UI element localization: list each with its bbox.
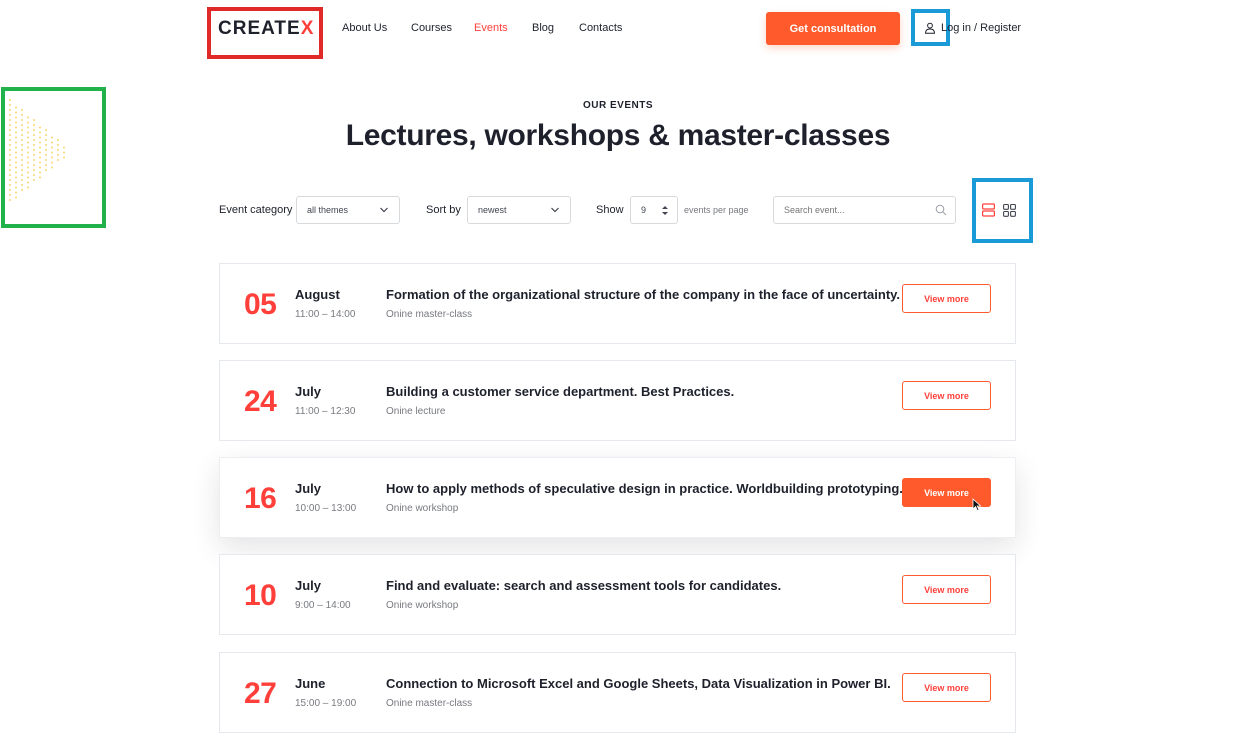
event-type: Onine workshop xyxy=(386,600,459,611)
event-card[interactable]: 05 August 11:00 – 14:00 Formation of the… xyxy=(219,263,1016,344)
category-label: Event category xyxy=(219,204,293,216)
event-month: July xyxy=(295,384,322,399)
event-time: 9:00 – 14:00 xyxy=(295,600,351,611)
nav-item-courses[interactable]: Courses xyxy=(411,22,452,34)
event-time: 11:00 – 12:30 xyxy=(295,406,356,417)
grid-view-icon[interactable] xyxy=(1003,203,1016,217)
event-title[interactable]: Building a customer service department. … xyxy=(386,384,734,399)
view-more-button[interactable]: View more xyxy=(902,284,991,313)
event-title[interactable]: How to apply methods of speculative desi… xyxy=(386,481,903,496)
logo[interactable]: CREATEX xyxy=(218,18,314,40)
stepper-arrows-icon[interactable] xyxy=(661,204,669,217)
event-type: Onine master-class xyxy=(386,698,473,709)
per-page-label: events per page xyxy=(684,205,749,215)
search-input[interactable] xyxy=(773,196,956,224)
category-select[interactable]: all themes xyxy=(296,196,400,224)
event-card[interactable]: 10 July 9:00 – 14:00 Find and evaluate: … xyxy=(219,554,1016,635)
per-page-value: 9 xyxy=(641,205,647,215)
cursor-icon xyxy=(972,498,982,512)
event-type: Onine lecture xyxy=(386,406,446,417)
category-select-value: all themes xyxy=(307,205,349,215)
login-register-link[interactable]: Log in / Register xyxy=(941,22,1021,34)
event-time: 15:00 – 19:00 xyxy=(295,698,357,709)
sort-select[interactable]: newest xyxy=(467,196,571,224)
event-card-hovered[interactable]: 16 July 10:00 – 13:00 How to apply metho… xyxy=(219,457,1016,538)
view-more-button[interactable]: View more xyxy=(902,381,991,410)
event-day: 05 xyxy=(244,288,277,321)
event-card[interactable]: 27 June 15:00 – 19:00 Connection to Micr… xyxy=(219,652,1016,733)
section-eyebrow: OUR EVENTS xyxy=(582,100,653,111)
nav-item-contacts[interactable]: Contacts xyxy=(579,22,622,34)
view-more-button[interactable]: View more xyxy=(902,673,991,702)
event-day: 16 xyxy=(244,482,277,515)
event-month: July xyxy=(295,481,322,496)
event-day: 27 xyxy=(244,677,277,710)
event-month: August xyxy=(295,287,340,302)
user-icon[interactable] xyxy=(924,22,936,34)
event-month: July xyxy=(295,578,322,593)
chevron-down-icon xyxy=(551,207,559,213)
page-title: Lectures, workshops & master-classes xyxy=(345,119,891,152)
event-time: 10:00 – 13:00 xyxy=(295,503,357,514)
event-time: 11:00 – 14:00 xyxy=(295,309,356,320)
sort-select-value: newest xyxy=(478,205,507,215)
list-view-icon[interactable] xyxy=(982,203,995,217)
logo-accent: X xyxy=(300,18,315,39)
nav-item-blog[interactable]: Blog xyxy=(532,22,554,34)
event-title[interactable]: Connection to Microsoft Excel and Google… xyxy=(386,676,891,691)
event-type: Onine master-class xyxy=(386,309,473,320)
search-icon[interactable] xyxy=(935,204,947,216)
nav-item-about[interactable]: About Us xyxy=(342,22,387,34)
event-type: Onine workshop xyxy=(386,503,459,514)
logo-text: CREATE xyxy=(218,18,301,39)
event-day: 24 xyxy=(244,385,277,418)
event-title[interactable]: Formation of the organizational structur… xyxy=(386,287,900,302)
event-day: 10 xyxy=(244,579,277,612)
show-label: Show xyxy=(596,204,624,216)
event-title[interactable]: Find and evaluate: search and assessment… xyxy=(386,578,781,593)
event-month: June xyxy=(295,676,326,691)
per-page-stepper[interactable]: 9 xyxy=(630,196,678,224)
nav-item-events[interactable]: Events xyxy=(474,22,508,34)
get-consultation-button[interactable]: Get consultation xyxy=(766,12,900,45)
chevron-down-icon xyxy=(380,207,388,213)
event-card[interactable]: 24 July 11:00 – 12:30 Building a custome… xyxy=(219,360,1016,441)
sort-label: Sort by xyxy=(426,204,461,216)
view-more-button[interactable]: View more xyxy=(902,575,991,604)
